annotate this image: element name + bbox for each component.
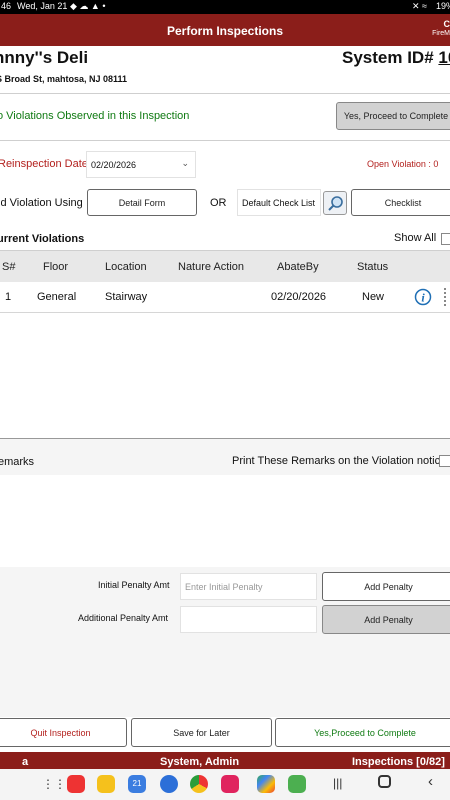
add-initial-penalty-button[interactable]: Add Penalty bbox=[322, 572, 450, 601]
reinspection-date-label: Reinspection Date bbox=[0, 158, 88, 170]
footer-left: a bbox=[22, 756, 29, 768]
row-abate-by: 02/20/2026 bbox=[271, 291, 327, 303]
additional-penalty-input[interactable] bbox=[180, 606, 317, 633]
business-address: S Broad St, mahtosa, NJ 08111 bbox=[0, 74, 128, 84]
recents-icon[interactable]: ||| bbox=[333, 776, 342, 790]
proceed-to-complete-top-button[interactable]: Yes, Proceed to Complete bbox=[336, 102, 450, 130]
add-violation-label: ld Violation Using bbox=[0, 197, 83, 209]
column-header-sn: S# bbox=[2, 261, 16, 273]
android-app-icon[interactable] bbox=[288, 775, 306, 793]
home-icon[interactable] bbox=[378, 775, 391, 788]
column-header-status: Status bbox=[357, 261, 389, 273]
row-more-handle[interactable] bbox=[444, 288, 450, 306]
column-header-floor: Floor bbox=[43, 261, 69, 273]
svg-text:i: i bbox=[421, 291, 425, 305]
back-icon[interactable]: ‹ bbox=[428, 773, 433, 790]
status-system-icons: ✕ ≈ bbox=[412, 1, 427, 11]
column-header-location: Location bbox=[105, 261, 147, 273]
print-remarks-checkbox[interactable] bbox=[439, 455, 450, 467]
initial-penalty-label: Initial Penalty Amt bbox=[98, 580, 170, 590]
detail-form-button[interactable]: Detail Form bbox=[87, 189, 197, 216]
row-floor: General bbox=[37, 291, 77, 303]
search-icon bbox=[328, 196, 343, 211]
camera-app-icon[interactable] bbox=[221, 775, 239, 793]
show-all-checkbox[interactable] bbox=[441, 233, 450, 245]
quit-inspection-button[interactable]: Quit Inspection bbox=[0, 718, 127, 747]
page-title: Perform Inspections bbox=[166, 24, 284, 38]
divider bbox=[0, 140, 450, 141]
reinspection-date-select[interactable]: 02/20/2026 ⌄ bbox=[86, 151, 196, 178]
add-additional-penalty-button[interactable]: Add Penalty bbox=[322, 605, 450, 634]
save-for-later-button[interactable]: Save for Later bbox=[131, 718, 272, 747]
business-name: hnny''s Deli bbox=[0, 48, 89, 67]
initial-penalty-input[interactable]: Enter Initial Penalty bbox=[180, 573, 317, 600]
show-all-label: Show All bbox=[394, 232, 437, 244]
footer-user: System, Admin bbox=[160, 756, 240, 768]
open-violation-count: Open Violation : 0 bbox=[367, 159, 439, 169]
no-violations-label: o Violations Observed in this Inspection bbox=[0, 110, 190, 122]
remarks-textarea[interactable] bbox=[0, 475, 450, 567]
status-time: 46 bbox=[1, 1, 12, 11]
status-icons: ◆ ☁ ▲ • bbox=[70, 1, 106, 11]
remarks-label: emarks bbox=[0, 456, 35, 468]
checklist-name-field[interactable]: Default Check List bbox=[237, 189, 321, 216]
row-location: Stairway bbox=[105, 291, 148, 303]
additional-penalty-label: Additional Penalty Amt bbox=[78, 613, 169, 623]
row-status: New bbox=[362, 291, 385, 303]
app-icon-folder[interactable] bbox=[97, 775, 115, 793]
chevron-down-icon: ⌄ bbox=[181, 158, 189, 168]
footer-inspections: Inspections [0/82] bbox=[352, 756, 445, 768]
chrome-icon[interactable] bbox=[190, 775, 208, 793]
proceed-to-complete-button[interactable]: Yes,Proceed to Complete bbox=[275, 718, 450, 747]
app-icon-red[interactable] bbox=[67, 775, 85, 793]
divider bbox=[0, 93, 450, 94]
current-violations-title: urrent Violations bbox=[0, 233, 85, 245]
system-id-value: 10 bbox=[438, 48, 450, 67]
system-id: System ID# 10 bbox=[342, 48, 450, 68]
search-checklist-button[interactable] bbox=[323, 191, 347, 215]
info-icon[interactable]: i bbox=[414, 288, 432, 306]
app-drawer-icon[interactable]: ⋮⋮ bbox=[42, 777, 66, 791]
status-date: Wed, Jan 21 bbox=[17, 1, 68, 11]
print-remarks-label: Print These Remarks on the Violation not… bbox=[232, 455, 447, 467]
checklist-button[interactable]: Checklist bbox=[351, 189, 450, 216]
calendar-icon[interactable]: 21 bbox=[128, 775, 146, 793]
play-store-icon[interactable] bbox=[257, 775, 275, 793]
column-header-nature-action: Nature Action bbox=[178, 261, 245, 273]
messages-icon[interactable] bbox=[160, 775, 178, 793]
app-logo: C FireM bbox=[432, 19, 450, 38]
battery-level: 19% bbox=[436, 1, 450, 11]
status-bar: 46 Wed, Jan 21 ◆ ☁ ▲ • ✕ ≈ 19% bbox=[0, 0, 450, 14]
row-sn: 1 bbox=[5, 291, 12, 303]
or-label: OR bbox=[210, 197, 227, 209]
column-header-abate-by: AbateBy bbox=[277, 261, 319, 273]
android-navbar: ⋮⋮ 21 ||| ‹ bbox=[0, 769, 450, 800]
title-bar: Perform Inspections C FireM bbox=[0, 14, 450, 46]
